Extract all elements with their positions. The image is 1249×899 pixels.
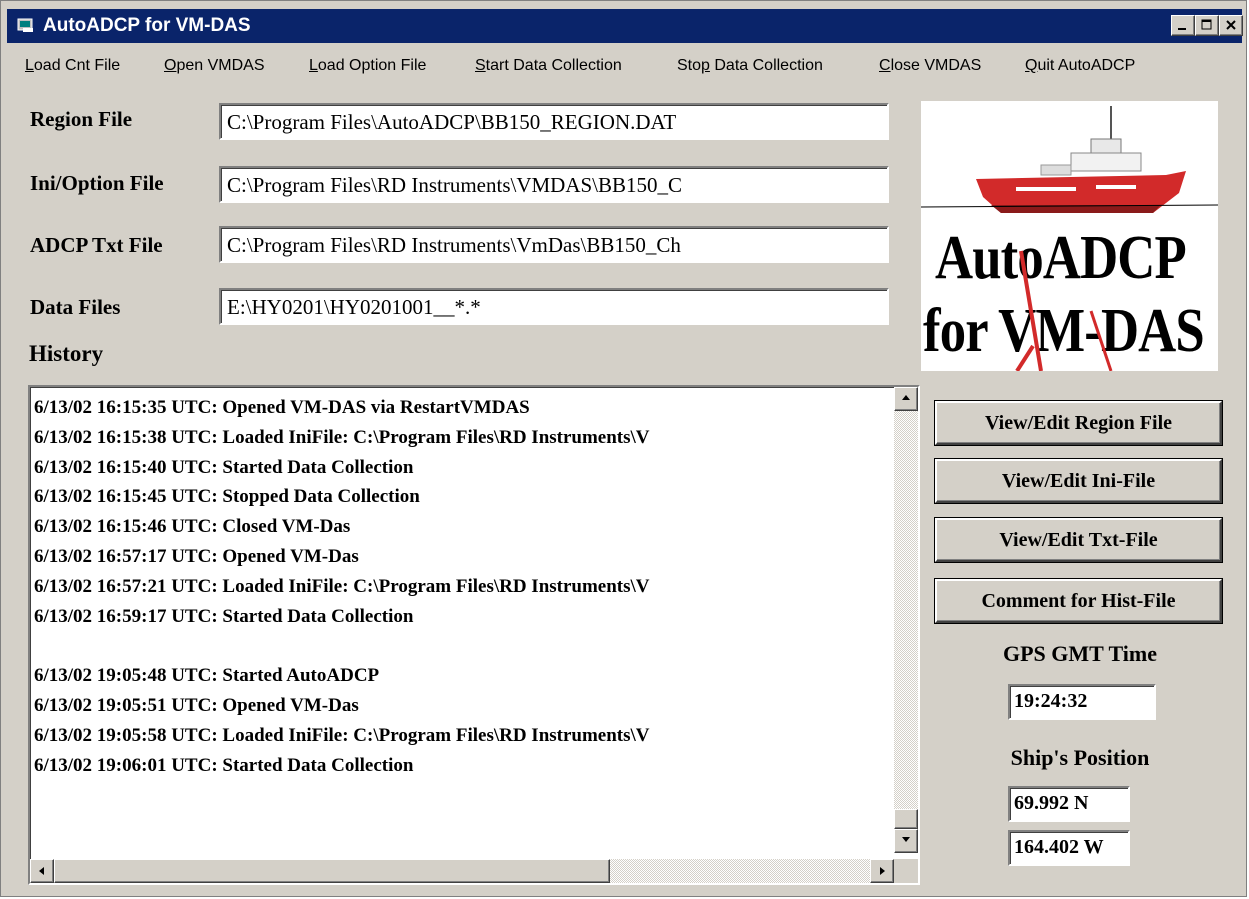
gps-gmt-time-label: GPS GMT Time (1002, 641, 1158, 666)
arrow-left-icon (39, 867, 44, 875)
vertical-scrollbar[interactable] (894, 387, 918, 853)
logo-red-strokes (1015, 250, 1113, 371)
history-label: History (29, 341, 104, 366)
history-line: 6/13/02 16:15:46 UTC: Closed VM-Das (34, 516, 351, 538)
view-edit-ini-file-button[interactable]: View/Edit Ini-File (935, 459, 1222, 503)
horizontal-scrollbar[interactable] (30, 859, 894, 883)
menu-load-cnt-file[interactable]: Load Cnt File (25, 57, 120, 75)
close-icon (1226, 20, 1236, 30)
minimize-button[interactable] (1171, 15, 1195, 36)
adcp-txt-file-label: ADCP Txt File (30, 233, 163, 257)
longitude-field: 164.402 W (1008, 830, 1130, 866)
history-line: 6/13/02 16:57:21 UTC: Loaded IniFile: C:… (34, 575, 650, 597)
arrow-up-icon (902, 395, 910, 400)
history-listbox[interactable]: 6/13/02 16:15:35 UTC: Opened VM-DAS via … (28, 385, 920, 885)
ships-position-label: Ship's Position (1010, 745, 1150, 770)
data-files-field[interactable]: E:\HY0201\HY0201001__*.* (219, 288, 889, 325)
autoadcp-logo: AutoADCP for VM-DAS (921, 101, 1218, 371)
vertical-scroll-thumb[interactable] (894, 809, 918, 829)
maximize-icon (1201, 19, 1212, 30)
history-line: 6/13/02 16:15:40 UTC: Started Data Colle… (34, 456, 414, 478)
view-edit-txt-file-button[interactable]: View/Edit Txt-File (935, 518, 1222, 562)
region-file-label: Region File (30, 107, 133, 131)
latitude-field: 69.992 N (1008, 786, 1130, 822)
menu-bar: Load Cnt File Open VMDAS Load Option Fil… (19, 49, 1239, 79)
view-edit-region-file-button[interactable]: View/Edit Region File (935, 401, 1222, 445)
horizontal-scroll-thumb[interactable] (54, 859, 610, 883)
menu-load-option-file[interactable]: Load Option File (309, 57, 426, 75)
history-line: 6/13/02 19:05:51 UTC: Opened VM-Das (34, 694, 359, 716)
history-line: 6/13/02 16:57:17 UTC: Opened VM-Das (34, 545, 359, 567)
history-line: 6/13/02 16:15:35 UTC: Opened VM-DAS via … (34, 397, 530, 418)
ini-option-file-label: Ini/Option File (30, 171, 164, 195)
arrow-down-icon (902, 837, 910, 842)
menu-quit-autoadcp[interactable]: Quit AutoADCP (1025, 57, 1135, 75)
history-lines: 6/13/02 16:15:35 UTC: Opened VM-DAS via … (34, 393, 894, 780)
scroll-right-button[interactable] (870, 859, 894, 883)
title-bar[interactable]: AutoADCP for VM-DAS (7, 9, 1243, 43)
menu-stop-data-collection[interactable]: Stop Data Collection (677, 57, 823, 75)
menu-open-vmdas[interactable]: Open VMDAS (164, 57, 265, 75)
history-line: 6/13/02 19:05:58 UTC: Loaded IniFile: C:… (34, 724, 650, 746)
maximize-button[interactable] (1195, 15, 1219, 36)
region-file-field[interactable]: C:\Program Files\AutoADCP\BB150_REGION.D… (219, 103, 889, 140)
adcp-txt-file-field[interactable]: C:\Program Files\RD Instruments\VmDas\BB… (219, 226, 889, 263)
ini-option-file-field[interactable]: C:\Program Files\RD Instruments\VMDAS\BB… (219, 166, 889, 203)
menu-start-data-collection[interactable]: Start Data Collection (475, 57, 622, 75)
scroll-corner (894, 859, 918, 883)
app-window: AutoADCP for VM-DAS Load Cnt File Open V… (0, 0, 1247, 897)
history-line (34, 631, 894, 661)
history-line: 6/13/02 16:59:17 UTC: Started Data Colle… (34, 605, 414, 627)
arrow-right-icon (880, 867, 885, 875)
window-title: AutoADCP for VM-DAS (43, 15, 251, 36)
history-line: 6/13/02 16:15:38 UTC: Loaded IniFile: C:… (34, 426, 650, 448)
close-button[interactable] (1219, 15, 1243, 36)
menu-close-vmdas[interactable]: Close VMDAS (879, 57, 981, 75)
scroll-up-button[interactable] (894, 387, 918, 411)
history-line: 6/13/02 16:15:45 UTC: Stopped Data Colle… (34, 486, 420, 508)
gps-time-field: 19:24:32 (1008, 684, 1156, 720)
scroll-left-button[interactable] (30, 859, 54, 883)
minimize-icon (1178, 28, 1186, 30)
history-line: 6/13/02 19:06:01 UTC: Started Data Colle… (34, 754, 414, 776)
data-files-label: Data Files (30, 295, 121, 319)
scroll-down-button[interactable] (894, 829, 918, 853)
app-icon (17, 18, 33, 32)
comment-for-hist-file-button[interactable]: Comment for Hist-File (935, 579, 1222, 623)
history-line: 6/13/02 19:05:48 UTC: Started AutoADCP (34, 665, 380, 687)
